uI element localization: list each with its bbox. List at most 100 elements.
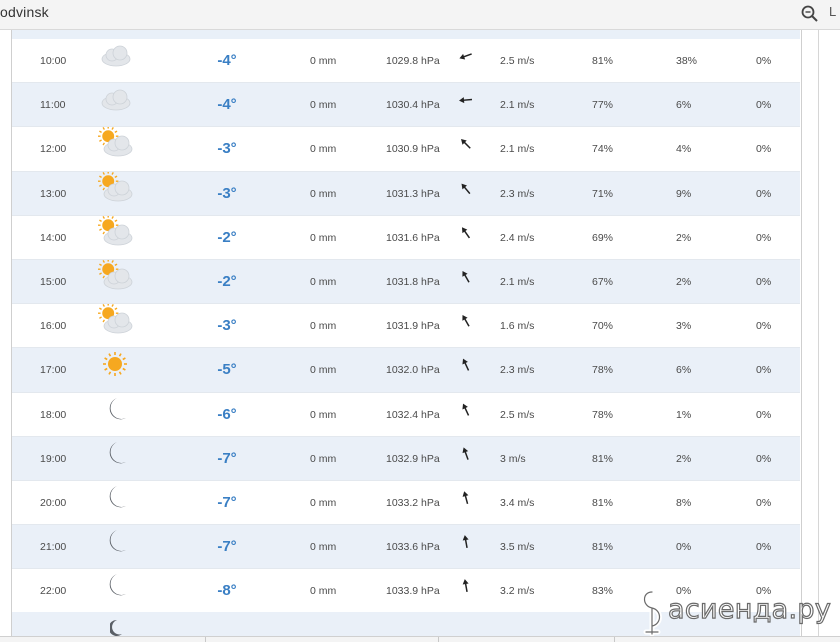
moon-icon bbox=[96, 393, 134, 425]
temperature-cell: -2° bbox=[217, 272, 237, 290]
wind-direction-arrow-icon bbox=[458, 216, 474, 239]
wind-direction-arrow-icon bbox=[458, 481, 474, 504]
table-row: 16:00 -3° 0 mm 1031.9 hPa 1.6 m/s 70% 3% 0% bbox=[12, 303, 800, 349]
time-cell: 22:00 bbox=[40, 585, 67, 598]
pressure-cell: 1033.6 hPa bbox=[386, 541, 440, 554]
page-title: odvinsk bbox=[0, 4, 49, 20]
time-cell: 17:00 bbox=[40, 364, 67, 377]
last-column-cell: 0% bbox=[756, 320, 772, 333]
precipitation-cell: 0 mm bbox=[310, 452, 337, 465]
time-cell: 18:00 bbox=[40, 408, 67, 421]
temperature-cell: -7° bbox=[217, 449, 237, 467]
wind-speed-cell: 2.5 m/s bbox=[500, 55, 535, 67]
humidity-cell: 71% bbox=[592, 187, 614, 200]
partly-cloudy-icon bbox=[96, 258, 134, 292]
pressure-cell: 1031.8 hPa bbox=[386, 275, 440, 288]
wind-direction-arrow-icon bbox=[458, 304, 474, 327]
probability-cell: 8% bbox=[676, 496, 692, 509]
temperature-cell: -5° bbox=[217, 361, 237, 379]
probability-cell: 9% bbox=[676, 187, 692, 200]
humidity-cell: 78% bbox=[592, 364, 614, 377]
wind-speed-cell: 2.3 m/s bbox=[500, 364, 535, 377]
wind-direction-arrow-icon bbox=[458, 127, 474, 150]
precipitation-cell: 0 mm bbox=[310, 143, 337, 156]
wind-speed-cell: 2.4 m/s bbox=[500, 231, 535, 244]
table-row: 14:00 -2° 0 mm 1031.6 hPa 2.4 m/s 69% 2% 0% bbox=[12, 214, 800, 260]
probability-cell: 38% bbox=[676, 55, 698, 67]
cloud-icon bbox=[96, 83, 134, 115]
humidity-cell: 67% bbox=[592, 275, 614, 288]
pressure-cell: 1029.8 hPa bbox=[386, 55, 440, 67]
last-column-cell: 0% bbox=[756, 187, 772, 200]
wind-speed-cell: 2.3 m/s bbox=[500, 187, 535, 200]
probability-cell: 0% bbox=[676, 541, 692, 554]
table-row: 10:00 -4° 0 mm 1029.8 hPa 2.5 m/s 81% 38% 0% bbox=[12, 39, 800, 84]
humidity-cell: 70% bbox=[592, 320, 614, 333]
precipitation-cell: 0 mm bbox=[310, 187, 337, 200]
magnifier-icon[interactable] bbox=[800, 4, 820, 24]
wind-speed-cell: 3.2 m/s bbox=[500, 585, 535, 598]
pressure-cell: 1031.9 hPa bbox=[386, 320, 440, 333]
probability-cell: 6% bbox=[676, 99, 692, 112]
time-cell: 20:00 bbox=[40, 496, 67, 509]
precipitation-cell: 0 mm bbox=[310, 541, 337, 554]
last-column-cell: 0% bbox=[756, 496, 772, 509]
humidity-cell: 78% bbox=[592, 408, 614, 421]
wind-speed-cell: 2.1 m/s bbox=[500, 275, 535, 288]
right-divider bbox=[818, 30, 819, 636]
precipitation-cell: 0 mm bbox=[310, 408, 337, 421]
time-cell: 16:00 bbox=[40, 320, 67, 333]
watermark: асиенда.ру bbox=[636, 586, 836, 638]
table-row: 18:00 -6° 0 mm 1032.4 hPa 2.5 m/s 78% 1% 0% bbox=[12, 393, 800, 437]
time-cell: 12:00 bbox=[40, 143, 67, 156]
moon-icon bbox=[96, 525, 134, 557]
last-column-cell: 0% bbox=[756, 408, 772, 421]
toolbar-cut-label[interactable]: L bbox=[829, 4, 836, 19]
sun-icon bbox=[96, 348, 134, 380]
humidity-cell: 81% bbox=[592, 55, 614, 67]
wind-speed-cell: 3.4 m/s bbox=[500, 496, 535, 509]
temperature-cell: -4° bbox=[217, 96, 237, 114]
last-column-cell: 0% bbox=[756, 275, 772, 288]
partly-cloudy-icon bbox=[96, 170, 134, 204]
precipitation-cell: 0 mm bbox=[310, 320, 337, 333]
temperature-cell: -7° bbox=[217, 493, 237, 511]
table-row: 12:00 -3° 0 mm 1030.9 hPa 2.1 m/s 74% 4% 0% bbox=[12, 126, 800, 172]
probability-cell: 6% bbox=[676, 364, 692, 377]
watermark-text: асиенда.ру bbox=[667, 593, 832, 625]
table-row: 20:00 -7° 0 mm 1033.2 hPa 3.4 m/s 81% 8% 0% bbox=[12, 481, 800, 526]
last-column-cell: 0% bbox=[756, 364, 772, 377]
time-cell: 10:00 bbox=[40, 55, 67, 67]
wind-speed-cell: 3.5 m/s bbox=[500, 541, 535, 554]
probability-cell: 2% bbox=[676, 452, 692, 465]
wind-speed-cell: 2.1 m/s bbox=[500, 99, 535, 112]
humidity-cell: 81% bbox=[592, 452, 614, 465]
last-column-cell: 0% bbox=[756, 231, 772, 244]
pressure-cell: 1031.3 hPa bbox=[386, 187, 440, 200]
time-cell: 11:00 bbox=[40, 99, 66, 112]
temperature-cell: -6° bbox=[217, 405, 237, 423]
probability-cell: 1% bbox=[676, 408, 692, 421]
pressure-cell: 1032.9 hPa bbox=[386, 452, 440, 465]
precipitation-cell: 0 mm bbox=[310, 55, 337, 67]
temperature-cell: -3° bbox=[217, 184, 237, 202]
time-cell: 19:00 bbox=[40, 452, 67, 465]
asienda-logo-icon bbox=[642, 589, 662, 636]
precipitation-cell: 0 mm bbox=[310, 275, 337, 288]
probability-cell: 4% bbox=[676, 143, 692, 156]
humidity-cell: 77% bbox=[592, 99, 614, 112]
precipitation-cell: 0 mm bbox=[310, 496, 337, 509]
humidity-cell: 81% bbox=[592, 496, 614, 509]
precipitation-cell: 0 mm bbox=[310, 231, 337, 244]
moon-icon bbox=[96, 569, 134, 601]
last-column-cell: 0% bbox=[756, 99, 772, 112]
partly-cloudy-icon bbox=[96, 126, 134, 159]
pressure-cell: 1033.9 hPa bbox=[386, 585, 440, 598]
table-row: 11:00 -4° 0 mm 1030.4 hPa 2.1 m/s 77% 6% 0% bbox=[12, 83, 800, 128]
right-margin bbox=[801, 30, 840, 636]
last-column-cell: 0% bbox=[756, 541, 772, 554]
temperature-cell: -3° bbox=[217, 317, 237, 335]
moon-icon bbox=[110, 620, 122, 636]
pressure-cell: 1032.4 hPa bbox=[386, 408, 440, 421]
table-row: 21:00 -7° 0 mm 1033.6 hPa 3.5 m/s 81% 0% 0% bbox=[12, 525, 800, 570]
